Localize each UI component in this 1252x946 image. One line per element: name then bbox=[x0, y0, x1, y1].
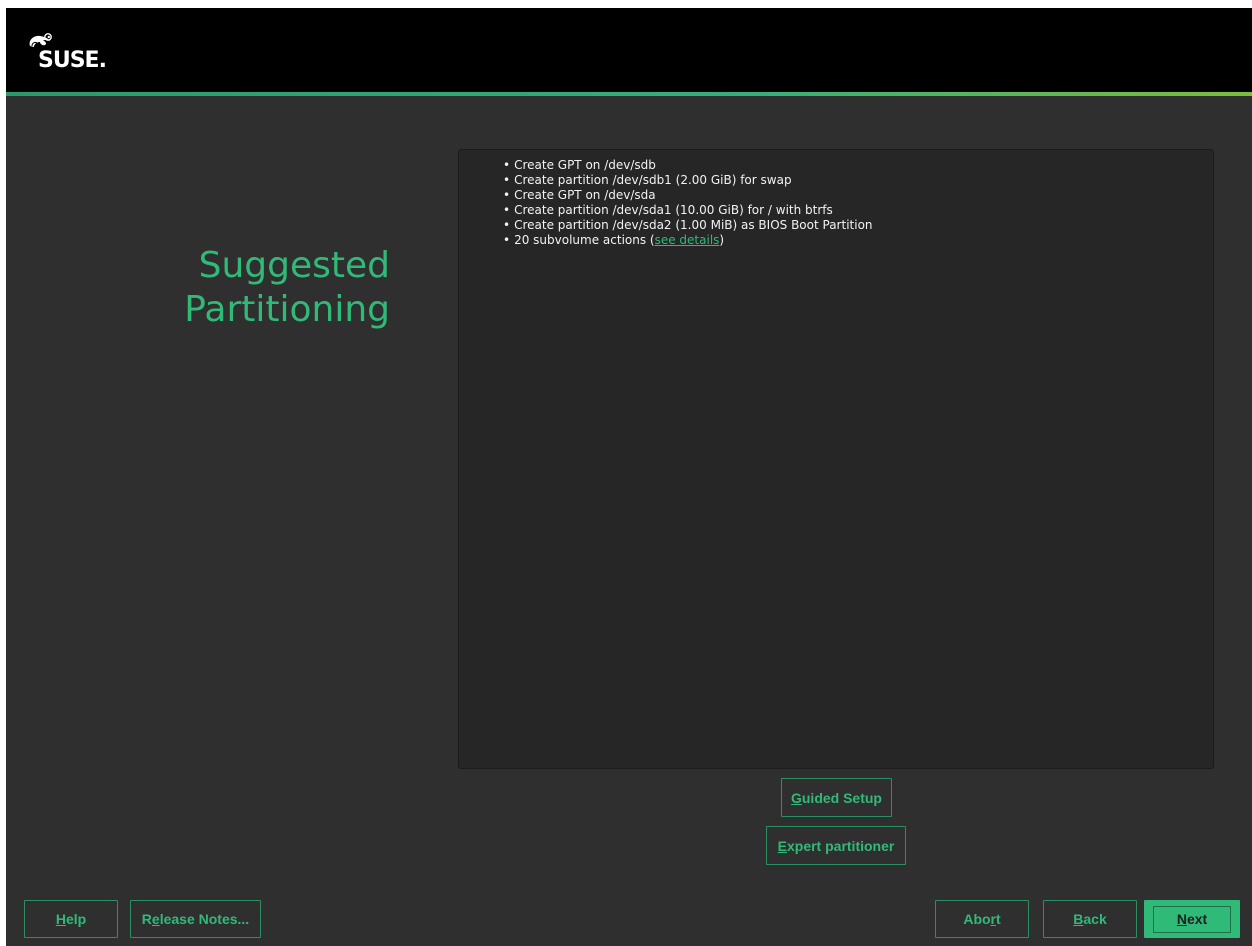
help-mnemonic: H bbox=[55, 911, 66, 927]
back-label: ack bbox=[1083, 911, 1107, 927]
expert-partitioner-button[interactable]: Expert partitioner bbox=[766, 826, 906, 865]
abort-button[interactable]: Abo r t bbox=[935, 900, 1029, 938]
partitioning-summary: Create GPT on /dev/sdb Create partition … bbox=[458, 149, 1214, 769]
list-item: Create partition /dev/sdb1 (2.00 GiB) fo… bbox=[503, 173, 1213, 188]
back-button[interactable]: Back bbox=[1043, 900, 1137, 938]
list-item: Create GPT on /dev/sdb bbox=[503, 158, 1213, 173]
guided-setup-mnemonic: G bbox=[790, 789, 802, 806]
page-title: Suggested Partitioning bbox=[126, 244, 390, 332]
subvolume-suffix: ) bbox=[719, 233, 725, 247]
list-item: Create partition /dev/sda1 (10.00 GiB) f… bbox=[503, 203, 1213, 218]
release-notes-button[interactable]: Re lease Notes... bbox=[130, 900, 261, 938]
abort-label-pre: Abo bbox=[963, 911, 991, 927]
see-details-link[interactable]: see details bbox=[655, 233, 720, 247]
guided-setup-label: uided Setup bbox=[801, 789, 882, 806]
guided-setup-button[interactable]: Guided Setup bbox=[781, 778, 892, 817]
release-notes-mnemonic: e bbox=[151, 911, 160, 927]
page-title-line1: Suggested bbox=[198, 245, 390, 286]
help-button[interactable]: Help bbox=[24, 900, 118, 938]
subvolume-prefix: 20 subvolume actions ( bbox=[514, 233, 655, 247]
release-notes-label-pre: R bbox=[141, 911, 152, 927]
next-button[interactable]: Next bbox=[1144, 900, 1240, 938]
summary-list: Create GPT on /dev/sdb Create partition … bbox=[459, 150, 1213, 248]
list-item: Create partition /dev/sda2 (1.00 MiB) as… bbox=[503, 218, 1213, 233]
release-notes-label: lease Notes... bbox=[159, 911, 250, 927]
header-accent-line bbox=[6, 92, 1252, 96]
list-item-subvolumes: 20 subvolume actions (see details) bbox=[503, 233, 1213, 248]
installer-screen: SUSE. Suggested Partitioning Create GPT … bbox=[6, 8, 1252, 946]
page-title-line2: Partitioning bbox=[184, 289, 390, 330]
list-item: Create GPT on /dev/sda bbox=[503, 188, 1213, 203]
back-mnemonic: B bbox=[1073, 911, 1084, 927]
next-button-focus-ring: Next bbox=[1153, 905, 1231, 933]
expert-partitioner-mnemonic: E bbox=[777, 837, 787, 854]
next-label: ext bbox=[1186, 911, 1208, 927]
suse-logo: SUSE. bbox=[26, 32, 126, 76]
abort-label: t bbox=[996, 911, 1001, 927]
header-bar: SUSE. bbox=[6, 8, 1252, 92]
next-mnemonic: N bbox=[1176, 911, 1187, 927]
expert-partitioner-label: xpert partitioner bbox=[786, 837, 895, 854]
logo-text: SUSE. bbox=[38, 48, 107, 73]
help-label: elp bbox=[65, 911, 87, 927]
